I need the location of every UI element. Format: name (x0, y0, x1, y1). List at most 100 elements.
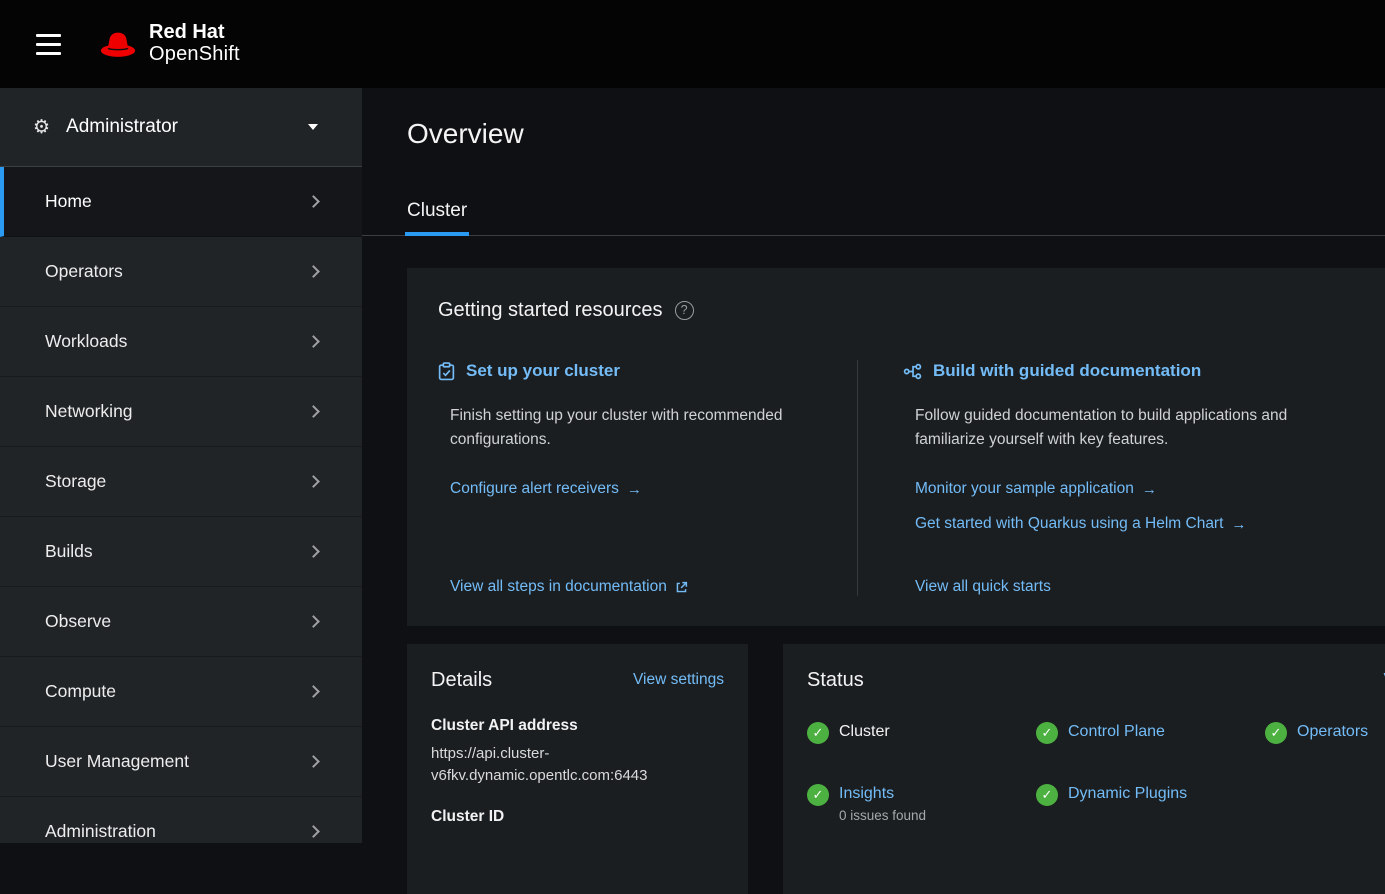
external-link-icon (675, 581, 688, 594)
view-all-quick-starts-link[interactable]: View all quick starts (915, 578, 1383, 596)
guided-documentation-description: Follow guided documentation to build app… (915, 404, 1345, 452)
setup-cluster-description: Finish setting up your cluster with reco… (450, 404, 827, 452)
getting-started-columns: Set up your cluster Finish setting up yo… (438, 360, 1383, 596)
sidebar-item-observe[interactable]: Observe (0, 587, 362, 657)
nav-item-label: Storage (45, 471, 106, 492)
cog-icon: ⚙ (33, 116, 50, 139)
guided-documentation-heading-row: Build with guided documentation (903, 360, 1383, 382)
setup-cluster-panel: Set up your cluster Finish setting up yo… (438, 360, 857, 596)
sidebar-item-compute[interactable]: Compute (0, 657, 362, 727)
guided-documentation-heading: Build with guided documentation (933, 360, 1201, 382)
tab-bar: Cluster (362, 200, 1385, 236)
tab-cluster[interactable]: Cluster (407, 200, 467, 235)
status-header: Status View alerts (807, 668, 1385, 692)
status-text: Cluster (839, 722, 890, 741)
status-item-insights: ✓ Insights 0 issues found (807, 784, 1036, 823)
insights-issues-count: 0 issues found (839, 808, 926, 823)
control-plane-link[interactable]: Control Plane (1068, 722, 1165, 741)
status-card: Status View alerts ✓ Cluster ✓ (783, 644, 1385, 894)
sidebar-nav-list: Home Operators Workloads Networking Stor… (0, 167, 362, 843)
link-label: Configure alert receivers (450, 480, 619, 498)
sidebar-item-workloads[interactable]: Workloads (0, 307, 362, 377)
perspective-switcher[interactable]: ⚙ Administrator (0, 88, 362, 167)
operators-link[interactable]: Operators (1297, 722, 1368, 741)
details-fields: Cluster API address https://api.cluster-… (431, 716, 724, 827)
sidebar-item-storage[interactable]: Storage (0, 447, 362, 517)
chevron-right-icon (307, 545, 320, 558)
check-circle-icon: ✓ (1036, 722, 1058, 744)
getting-started-title: Getting started resources (438, 298, 663, 322)
help-icon[interactable]: ? (675, 301, 694, 320)
chevron-right-icon (307, 685, 320, 698)
nav-item-label: Operators (45, 261, 123, 282)
sidebar-item-networking[interactable]: Networking (0, 377, 362, 447)
arrow-right-icon: → (627, 481, 642, 498)
cluster-id-label: Cluster ID (431, 807, 724, 827)
setup-cluster-links: Configure alert receivers → (450, 480, 827, 498)
view-settings-link[interactable]: View settings (633, 671, 724, 689)
getting-started-card: Getting started resources ? Set up your … (407, 268, 1385, 626)
arrow-right-icon: → (1142, 481, 1157, 498)
chevron-right-icon (307, 405, 320, 418)
nav-item-label: Home (45, 191, 92, 212)
getting-started-header: Getting started resources ? (438, 298, 1383, 322)
chevron-right-icon (307, 755, 320, 768)
page-title: Overview (407, 114, 1385, 154)
check-circle-icon: ✓ (1265, 722, 1287, 744)
sidebar-item-operators[interactable]: Operators (0, 237, 362, 307)
nav-item-label: Networking (45, 401, 133, 422)
sidebar-item-user-management[interactable]: User Management (0, 727, 362, 797)
dashboard-bottom-row: Details View settings Cluster API addres… (407, 644, 1385, 894)
dynamic-plugins-link[interactable]: Dynamic Plugins (1068, 784, 1187, 803)
nav-item-label: Observe (45, 611, 111, 632)
chevron-right-icon (307, 195, 320, 208)
insights-link[interactable]: Insights (839, 784, 894, 803)
masthead: Red Hat OpenShift (0, 0, 1385, 88)
status-item-cluster: ✓ Cluster (807, 722, 1036, 744)
sidebar-item-home[interactable]: Home (0, 167, 362, 237)
brand-line1: Red Hat (149, 22, 240, 44)
details-title: Details (431, 668, 492, 692)
check-circle-icon: ✓ (1036, 784, 1058, 806)
clipboard-check-icon (438, 362, 455, 381)
monitor-sample-application-link[interactable]: Monitor your sample application → (915, 480, 1383, 498)
setup-cluster-heading-row: Set up your cluster (438, 360, 827, 382)
chevron-right-icon (307, 335, 320, 348)
status-item-control-plane: ✓ Control Plane (1036, 722, 1265, 744)
sidebar-nav: ⚙ Administrator Home Operators Workloads… (0, 88, 362, 843)
chevron-right-icon (307, 265, 320, 278)
chevron-right-icon (307, 825, 320, 838)
guided-route-icon (903, 363, 922, 380)
tab-label: Cluster (407, 200, 467, 221)
nav-toggle-button[interactable] (28, 26, 69, 63)
details-header: Details View settings (431, 668, 724, 692)
status-item-operators: ✓ Operators (1265, 722, 1385, 744)
brand-line2: OpenShift (149, 44, 240, 66)
nav-item-label: Compute (45, 681, 116, 702)
status-grid: ✓ Cluster ✓ Control Plane (807, 722, 1385, 823)
arrow-right-icon: → (1231, 516, 1246, 533)
guided-documentation-panel: Build with guided documentation Follow g… (858, 360, 1383, 596)
chevron-right-icon (307, 615, 320, 628)
main-content: Overview Cluster Getting started resourc… (362, 88, 1385, 843)
sidebar-item-administration[interactable]: Administration (0, 797, 362, 843)
nav-item-label: User Management (45, 751, 189, 772)
quarkus-helm-chart-link[interactable]: Get started with Quarkus using a Helm Ch… (915, 515, 1383, 533)
hamburger-bar (36, 34, 61, 37)
configure-alert-receivers-link[interactable]: Configure alert receivers → (450, 480, 827, 498)
nav-item-label: Workloads (45, 331, 127, 352)
link-label: Get started with Quarkus using a Helm Ch… (915, 515, 1223, 533)
perspective-label: Administrator (66, 116, 178, 138)
status-label-cluster: Cluster (839, 722, 890, 741)
status-item-dynamic-plugins: ✓ Dynamic Plugins (1036, 784, 1265, 823)
cluster-api-address-label: Cluster API address (431, 716, 724, 736)
hamburger-bar (36, 52, 61, 55)
brand-text: Red Hat OpenShift (149, 22, 240, 65)
check-circle-icon: ✓ (807, 784, 829, 806)
link-label: Monitor your sample application (915, 480, 1134, 498)
sidebar-item-builds[interactable]: Builds (0, 517, 362, 587)
check-circle-icon: ✓ (807, 722, 829, 744)
cluster-api-address-value: https://api.cluster-v6fkv.dynamic.opentl… (431, 743, 724, 787)
guided-documentation-links: Monitor your sample application → Get st… (915, 480, 1383, 533)
view-all-steps-link[interactable]: View all steps in documentation (450, 578, 827, 596)
